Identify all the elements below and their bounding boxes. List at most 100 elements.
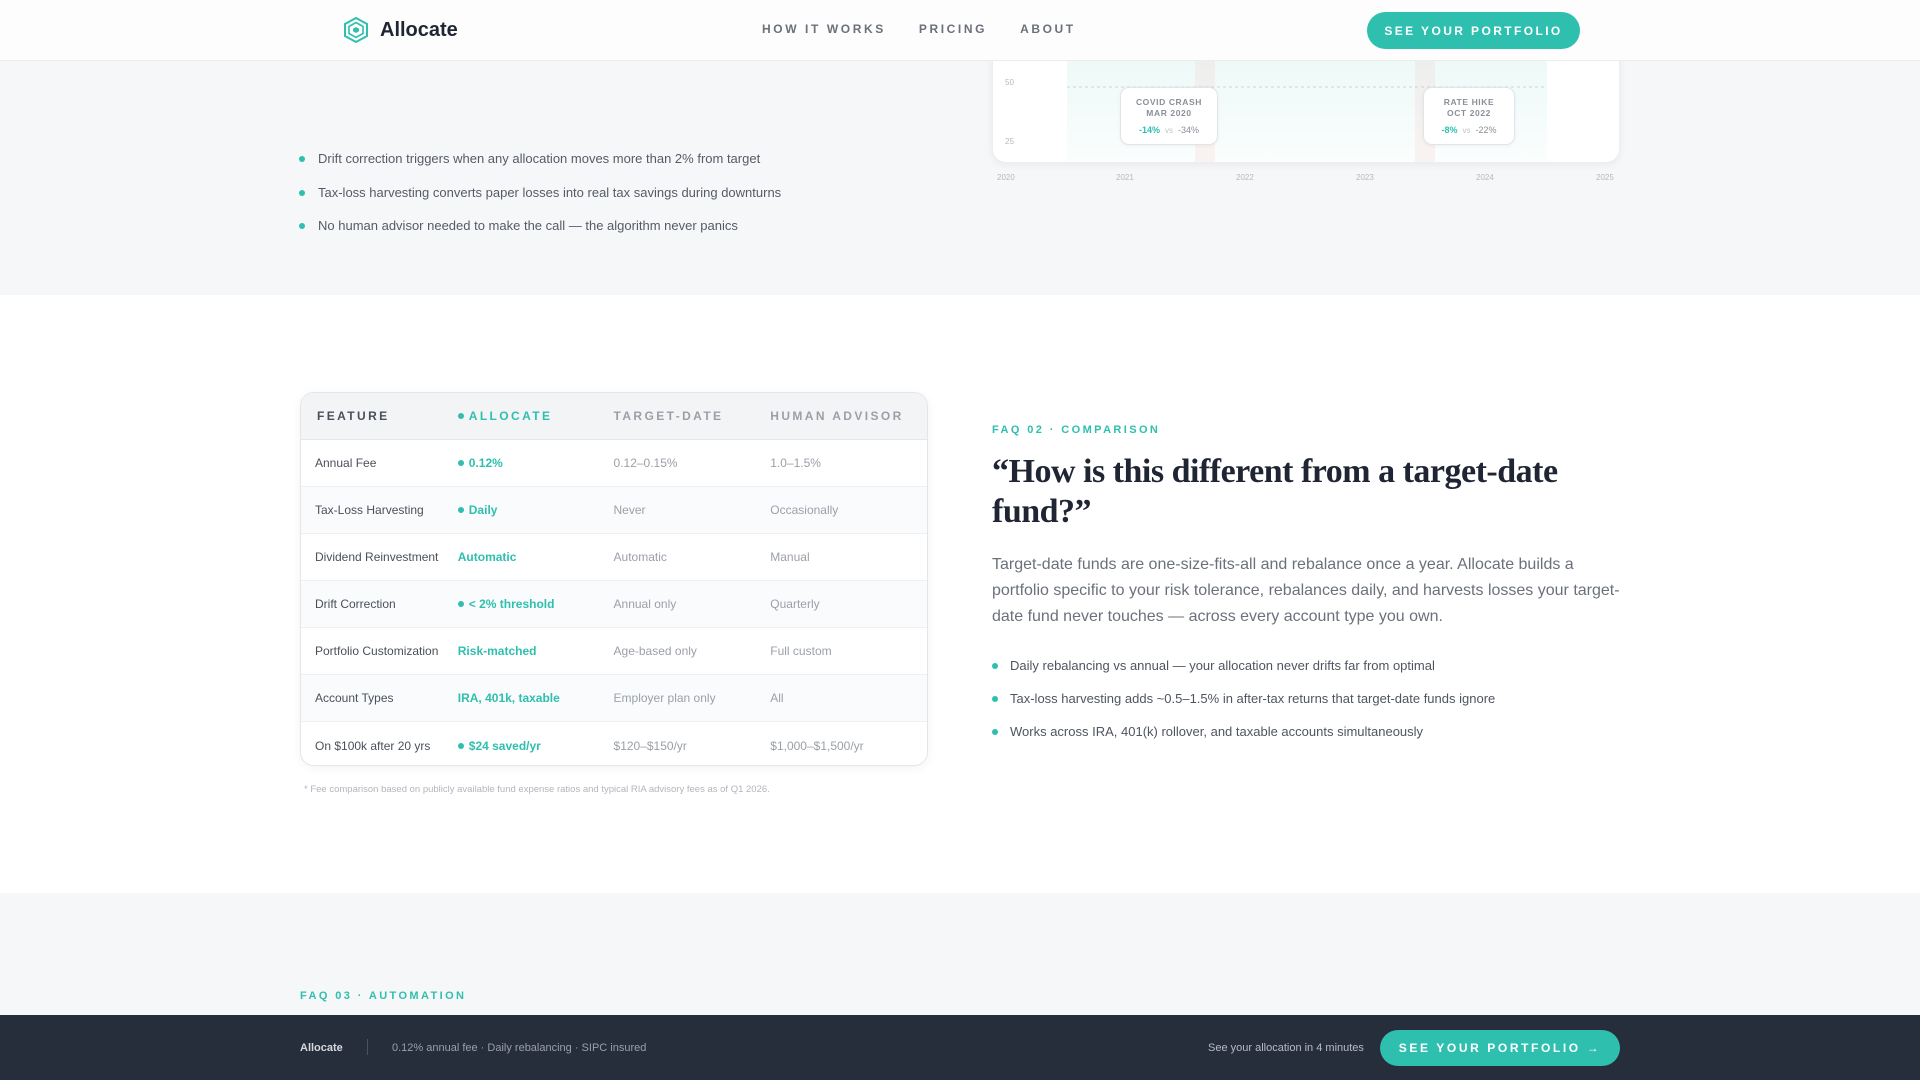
cell-target-date: Employer plan only xyxy=(613,691,716,705)
cell-allocate: $24 saved/yr xyxy=(457,738,614,753)
list-item: No human advisor needed to make the call… xyxy=(299,218,781,252)
event-title: COVID CRASH MAR 2020 xyxy=(1121,97,1217,119)
event-title-line2: OCT 2022 xyxy=(1446,108,1491,118)
faq-01-bullets: Drift correction triggers when any alloc… xyxy=(299,151,781,252)
y-tick-label: 50 xyxy=(1005,78,1014,87)
bar-divider xyxy=(367,1039,368,1055)
nav-how-it-works[interactable]: HOW IT WORKS xyxy=(762,22,886,36)
cell-allocate: Daily xyxy=(457,503,614,517)
table-body: Annual Fee 0.12% 0.12–0.15% 1.0–1.5% Tax-Los… xyxy=(301,440,927,765)
table-footnote: * Fee comparison based on publicly avail… xyxy=(304,784,770,795)
cell-human-advisor: Manual xyxy=(770,550,810,564)
accent-dot-icon xyxy=(457,460,464,466)
cell-allocate: 0.12% xyxy=(457,456,614,470)
list-item: Drift correction triggers when any alloc… xyxy=(299,151,781,185)
x-tick-label: 2023 xyxy=(1356,173,1374,182)
accent-dot-icon xyxy=(457,742,464,749)
faq-02-bullets: Daily rebalancing vs annual — your alloc… xyxy=(992,658,1495,757)
cell-allocate: Automatic xyxy=(458,550,614,564)
cell-target-date: Annual only xyxy=(613,597,677,611)
cell-human-advisor: 1.0–1.5% xyxy=(770,456,821,470)
list-item: Works across IRA, 401(k) rollover, and t… xyxy=(992,724,1495,757)
see-portfolio-button[interactable]: SEE YOUR PORTFOLIO xyxy=(1367,12,1580,49)
bar-see-portfolio-button[interactable]: SEE YOUR PORTFOLIO → xyxy=(1380,1030,1620,1066)
event-covid-crash: COVID CRASH MAR 2020 -14% vs -34% xyxy=(1120,87,1218,145)
event-allocate-value: -14% xyxy=(1138,125,1160,135)
faq-02-question: “How is this different from a target-dat… xyxy=(992,453,1558,530)
bar-note: See your allocation in 4 minutes xyxy=(1208,1042,1364,1054)
cell-allocate-value: $24 saved/yr xyxy=(468,738,541,753)
event-title-line2: MAR 2020 xyxy=(1146,108,1192,118)
bar-info: 0.12% annual fee · Daily rebalancing · S… xyxy=(392,1042,647,1054)
cell-allocate-value: 0.12% xyxy=(468,456,503,470)
table-header: FEATURE ALLOCATE TARGET-DATE HUMAN ADVIS… xyxy=(301,393,927,440)
event-other-value: -22% xyxy=(1475,125,1497,135)
cell-allocate-value: Risk-matched xyxy=(457,644,537,658)
cell-feature: Account Types xyxy=(315,691,394,705)
cell-allocate: IRA, 401k, taxable xyxy=(458,691,614,705)
event-values: -8% vs -22% xyxy=(1424,125,1514,135)
event-values: -14% vs -34% xyxy=(1121,125,1217,135)
nav-about[interactable]: ABOUT xyxy=(1020,22,1076,36)
list-item: Tax-loss harvesting adds ~0.5–1.5% in af… xyxy=(992,691,1495,724)
cell-feature: Portfolio Customization xyxy=(315,644,439,658)
event-title-line1: RATE HIKE xyxy=(1443,97,1495,107)
cell-human-advisor: $1,000–$1,500/yr xyxy=(770,738,864,753)
sticky-cta-bar: Allocate 0.12% annual fee · Daily rebala… xyxy=(0,1015,1920,1080)
cell-target-date: Age-based only xyxy=(613,644,697,658)
top-nav: Allocate HOW IT WORKS PRICING ABOUT SEE … xyxy=(0,0,1920,61)
x-tick-label: 2022 xyxy=(1236,173,1254,182)
event-title: RATE HIKE OCT 2022 xyxy=(1424,97,1514,119)
faq-02-section: FEATURE ALLOCATE TARGET-DATE HUMAN ADVIS… xyxy=(0,295,1920,893)
cell-target-date: Automatic xyxy=(613,550,667,564)
cell-allocate: < 2% threshold xyxy=(457,597,614,611)
accent-dot-icon xyxy=(457,601,464,607)
table-row: Drift Correction < 2% threshold Annual onl… xyxy=(301,581,927,628)
table-row: Portfolio Customization Risk-matched Age-b… xyxy=(301,628,927,675)
chart-x-axis: 2020 2021 2022 2023 2024 2025 xyxy=(997,173,1617,185)
cell-feature: Dividend Reinvestment xyxy=(315,550,439,564)
header-target-date: TARGET-DATE xyxy=(613,409,724,423)
header-allocate-label: ALLOCATE xyxy=(468,409,553,423)
nav-links: HOW IT WORKS PRICING ABOUT xyxy=(762,22,1076,36)
cell-target-date: 0.12–0.15% xyxy=(613,456,678,470)
event-title-line1: COVID CRASH xyxy=(1135,97,1203,107)
table-row: On $100k after 20 yrs $24 saved/yr $120–$1… xyxy=(301,722,927,765)
header-allocate: ALLOCATE xyxy=(457,409,614,423)
faq-02-eyebrow: FAQ 02 · COMPARISON xyxy=(992,424,1161,436)
list-item: Daily rebalancing vs annual — your alloc… xyxy=(992,658,1495,691)
y-tick-label: 25 xyxy=(1005,137,1014,146)
table-row: Annual Fee 0.12% 0.12–0.15% 1.0–1.5% xyxy=(301,440,927,487)
accent-dot-icon xyxy=(457,507,464,513)
faq-02-answer: Target-date funds are one-size-fits-all … xyxy=(992,556,1620,625)
faq-01-section: Drift correction triggers when any alloc… xyxy=(0,61,1920,295)
cell-feature: Tax-Loss Harvesting xyxy=(315,503,424,517)
bar-brand: Allocate xyxy=(300,1042,343,1054)
cell-feature: On $100k after 20 yrs xyxy=(315,738,431,753)
table-row: Tax-Loss Harvesting Daily Never Occasionall… xyxy=(301,487,927,534)
brand-name: Allocate xyxy=(380,18,458,41)
table-row: Account Types IRA, 401k, taxable Employer … xyxy=(301,675,927,722)
cell-allocate: Risk-matched xyxy=(458,644,614,658)
cell-human-advisor: All xyxy=(770,691,784,705)
cell-human-advisor: Quarterly xyxy=(770,597,820,611)
list-item: Tax-loss harvesting converts paper losse… xyxy=(299,185,781,219)
cell-target-date: Never xyxy=(613,503,646,517)
x-tick-label: 2025 xyxy=(1596,173,1614,182)
x-tick-label: 2024 xyxy=(1476,173,1494,182)
header-human-advisor: HUMAN ADVISOR xyxy=(770,409,904,423)
event-vs: vs xyxy=(1165,126,1173,135)
cell-allocate-value: < 2% threshold xyxy=(468,597,555,611)
event-allocate-value: -8% xyxy=(1441,125,1458,135)
event-rate-hike: RATE HIKE OCT 2022 -8% vs -22% xyxy=(1423,87,1515,145)
cell-target-date: $120–$150/yr xyxy=(613,738,687,753)
event-other-value: -34% xyxy=(1178,125,1200,135)
logo[interactable]: Allocate xyxy=(344,17,458,43)
cell-human-advisor: Full custom xyxy=(770,644,832,658)
comparison-table: FEATURE ALLOCATE TARGET-DATE HUMAN ADVIS… xyxy=(300,392,928,766)
cell-feature: Drift Correction xyxy=(315,597,396,611)
nav-pricing[interactable]: PRICING xyxy=(919,22,987,36)
header-feature: FEATURE xyxy=(317,409,390,423)
x-tick-label: 2020 xyxy=(997,173,1015,182)
x-tick-label: 2021 xyxy=(1116,173,1134,182)
